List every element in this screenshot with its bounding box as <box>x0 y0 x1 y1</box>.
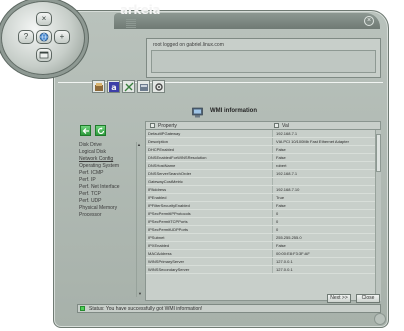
login-info-area <box>151 50 376 73</box>
status-bar: Status: You have successfully got WMI in… <box>77 304 381 313</box>
value-cell: 192.168.7.1 <box>276 131 298 136</box>
value-column-checkbox[interactable] <box>274 123 279 128</box>
tools-icon[interactable] <box>122 80 135 93</box>
property-cell: IPXEnabled <box>146 242 273 249</box>
value-cell: False <box>276 203 286 208</box>
value-cell: 192.168.7.1 <box>276 171 298 176</box>
table-row[interactable]: DNSServerSearchOrder 192.168.7.1 <box>146 170 380 178</box>
back-arrow-icon[interactable] <box>80 125 91 136</box>
wmi-icon <box>192 107 203 118</box>
property-cell: MACAddress <box>146 250 273 257</box>
property-cell: WINSSecondaryServer <box>146 266 273 273</box>
table-row[interactable]: WINSPrimaryServer 127.0.0.1 <box>146 258 380 266</box>
value-cell: False <box>276 147 286 152</box>
value-cell: 255.255.255.0 <box>276 235 302 240</box>
grid-body: DefaultIPGateway 192.168.7.1 Description VI… <box>145 130 381 301</box>
table-row[interactable]: IPSecPermitUDPPorts 0 <box>146 226 380 234</box>
grid-scrollbar[interactable] <box>375 130 381 301</box>
value-cell: 0 <box>276 219 279 224</box>
control-orb: × ? + <box>1 1 85 75</box>
property-cell: IPSecPermitIPProtocols <box>146 210 273 217</box>
property-cell: WINSPrimaryServer <box>146 258 273 265</box>
table-row[interactable]: DNSEnabledForWINSResolution False <box>146 154 380 162</box>
value-cell: True <box>276 195 285 200</box>
table-row[interactable]: DHCPEnabled False <box>146 146 380 154</box>
property-cell: DNSHostName <box>146 162 273 169</box>
close-button[interactable]: Close <box>356 294 380 303</box>
property-cell: DNSServerSearchOrder <box>146 170 273 177</box>
add-icon[interactable]: + <box>54 30 70 44</box>
table-row[interactable]: IPSubnet 255.255.255.0 <box>146 234 380 242</box>
toolbar: a <box>92 80 165 94</box>
value-cell: 0 <box>276 211 279 216</box>
window-icon[interactable] <box>36 48 52 62</box>
logo-stripes-icon <box>126 19 136 30</box>
property-cell: IPSecPermitTCPPorts <box>146 218 273 225</box>
svg-text:a: a <box>111 83 116 92</box>
grid-header: Property Val <box>145 121 381 130</box>
value-cell: VIA PCI 10/100Mb Fast Ethernet Adapter <box>276 139 349 144</box>
settings-icon[interactable] <box>152 80 165 93</box>
property-cell: DHCPEnabled <box>146 146 273 153</box>
value-cell: 127.0.0.1 <box>276 259 293 264</box>
property-column-label: Property <box>158 122 177 129</box>
value-column-label: Val <box>282 122 289 129</box>
table-row[interactable]: DefaultIPGateway 192.168.7.1 <box>146 130 380 138</box>
scroll-up-icon[interactable]: ▲ <box>137 142 142 148</box>
value-cell: False <box>276 155 286 160</box>
module-title: WMI information <box>210 108 257 114</box>
value-cell: 127.0.0.1 <box>276 267 293 272</box>
table-row[interactable]: DNSHostName robert <box>146 162 380 170</box>
text-icon[interactable]: a <box>107 80 120 93</box>
table-row[interactable]: IPEnabled True <box>146 194 380 202</box>
column-header-property[interactable]: Property <box>146 123 272 129</box>
property-cell: DefaultIPGateway <box>146 130 273 137</box>
backup-icon[interactable] <box>92 80 105 93</box>
navigation-buttons <box>80 125 106 136</box>
resize-grip[interactable] <box>374 313 386 325</box>
refresh-icon[interactable] <box>95 125 106 136</box>
value-cell: 192.168.7.10 <box>276 187 300 192</box>
table-row[interactable]: IPAddress 192.168.7.10 <box>146 186 380 194</box>
close-window-button[interactable]: × <box>364 16 374 26</box>
column-header-value[interactable]: Val <box>272 123 289 129</box>
status-message: Status: You have successfully got WMI in… <box>89 305 203 312</box>
globe-icon[interactable] <box>36 30 52 44</box>
property-cell: IPFilterSecurityEnabled <box>146 202 273 209</box>
property-cell: IPAddress <box>146 186 273 193</box>
table-row[interactable]: WINSSecondaryServer 127.0.0.1 <box>146 266 380 274</box>
property-cell: IPSecPermitUDPPorts <box>146 226 273 233</box>
value-cell: False <box>276 243 286 248</box>
login-status-panel: root logged on gabriel.linux.com <box>146 38 381 78</box>
property-cell: Description <box>146 138 273 145</box>
table-row[interactable]: GatewayCostMetric <box>146 178 380 186</box>
next-button[interactable]: Next >> <box>327 294 351 303</box>
table-row[interactable]: IPFilterSecurityEnabled False <box>146 202 380 210</box>
table-row[interactable]: IPXEnabled False <box>146 242 380 250</box>
table-row[interactable]: IPSecPermitTCPPorts 0 <box>146 218 380 226</box>
table-row[interactable]: MACAddress 00:00:E8:F3:3F:AF <box>146 250 380 258</box>
property-cell: IPEnabled <box>146 194 273 201</box>
value-cell: 0 <box>276 227 279 232</box>
arkeia-logo: arkeia <box>120 3 161 17</box>
status-led-icon <box>80 306 85 311</box>
grid-scroll-thumb[interactable] <box>376 134 381 172</box>
value-cell: robert <box>276 163 287 168</box>
category-scrollbar[interactable]: ▲ ▼ <box>136 142 142 297</box>
property-column-checkbox[interactable] <box>150 123 155 128</box>
property-cell: GatewayCostMetric <box>146 178 273 185</box>
table-row[interactable]: IPSecPermitIPProtocols 0 <box>146 210 380 218</box>
value-cell: 00:00:E8:F3:3F:AF <box>276 251 310 256</box>
close-icon[interactable]: × <box>36 12 52 26</box>
value-cell <box>273 178 380 185</box>
property-cell: DNSEnabledForWINSResolution <box>146 154 273 161</box>
help-icon[interactable]: ? <box>18 30 34 44</box>
wmi-property-grid: Property Val DefaultIPGateway 192.168.7.1… <box>145 121 381 301</box>
login-status-text: root logged on gabriel.linux.com <box>153 42 224 48</box>
property-cell: IPSubnet <box>146 234 273 241</box>
scroll-down-icon[interactable]: ▼ <box>138 291 142 297</box>
table-row[interactable]: Description VIA PCI 10/100Mb Fast Etherne… <box>146 138 380 146</box>
archive-icon[interactable] <box>137 80 150 93</box>
